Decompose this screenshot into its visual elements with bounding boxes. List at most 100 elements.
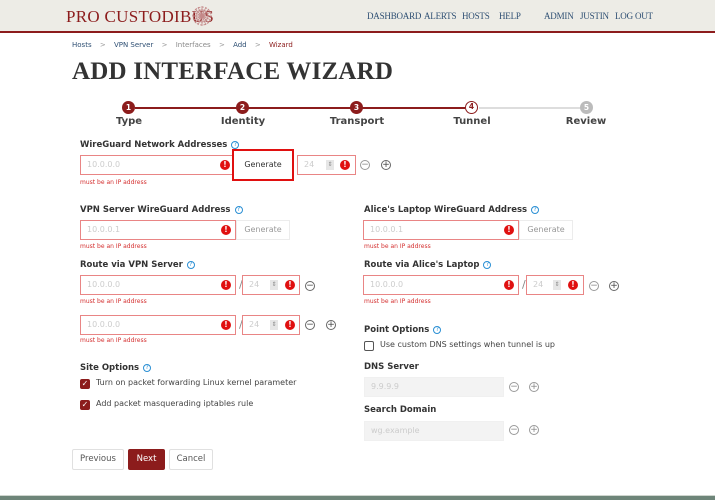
remove-network-icon[interactable]: − — [360, 160, 370, 170]
search-domain-input[interactable]: wg.example — [364, 421, 504, 441]
error-icon: ! — [504, 280, 514, 290]
error-icon: ! — [504, 225, 514, 235]
footer-bar — [0, 496, 715, 500]
masquerading-label[interactable]: Add packet masquerading iptables rule — [96, 399, 253, 408]
breadcrumb-interfaces[interactable]: Interfaces — [176, 41, 211, 49]
route-server-address-input[interactable]: 10.0.0.0 — [80, 275, 236, 295]
step-5-label: Review — [565, 116, 607, 127]
error-icon: ! — [221, 280, 231, 290]
nav-alerts[interactable]: ALERTS — [424, 11, 456, 21]
help-icon[interactable]: ? — [531, 206, 540, 214]
point-generate-button[interactable]: Generate — [519, 220, 573, 240]
add-dns-icon[interactable]: + — [529, 382, 539, 392]
step-3-label[interactable]: Transport — [307, 116, 407, 127]
help-icon[interactable]: ? — [433, 326, 442, 334]
steps-progress-line — [135, 107, 465, 109]
error-icon: ! — [285, 280, 295, 290]
server-address-error: must be an IP address — [80, 243, 147, 250]
step-5-dot: 5 — [580, 101, 593, 114]
help-icon[interactable]: ? — [483, 261, 492, 269]
help-icon[interactable]: ? — [186, 261, 195, 269]
route-server-label: Route via VPN Server? — [80, 260, 195, 270]
masquerading-checkbox[interactable]: ✓ — [80, 400, 90, 410]
route-point-address-input[interactable]: 10.0.0.0 — [363, 275, 519, 295]
previous-button[interactable]: Previous — [72, 449, 124, 470]
prefix-spinner-icon[interactable]: ⇕ — [270, 280, 278, 290]
point-address-input[interactable]: 10.0.0.1 — [363, 220, 519, 240]
nav-user-justin[interactable]: JUSTIN — [580, 11, 609, 21]
error-icon: ! — [221, 320, 231, 330]
step-4-dot-current: 4 — [465, 101, 478, 114]
step-4-label: Tunnel — [453, 116, 491, 127]
step-1-label[interactable]: Type — [79, 116, 179, 127]
add-route-icon[interactable]: + — [609, 281, 619, 291]
cancel-button[interactable]: Cancel — [169, 449, 213, 470]
route-server-error: must be an IP address — [80, 337, 147, 344]
help-icon[interactable]: ? — [231, 141, 240, 149]
nav-log-out[interactable]: LOG OUT — [615, 11, 653, 21]
nav-help[interactable]: HELP — [499, 11, 521, 21]
step-2-label[interactable]: Identity — [193, 116, 293, 127]
packet-forwarding-label[interactable]: Turn on packet forwarding Linux kernel p… — [96, 378, 296, 387]
remove-route-icon[interactable]: − — [305, 281, 315, 291]
route-point-error: must be an IP address — [364, 298, 431, 305]
remove-domain-icon[interactable]: − — [509, 425, 519, 435]
network-generate-button[interactable]: Generate — [232, 149, 294, 181]
server-generate-button[interactable]: Generate — [236, 220, 290, 240]
help-icon[interactable]: ? — [143, 364, 152, 372]
prefix-spinner-icon[interactable]: ⇕ — [553, 280, 561, 290]
nav-dashboard[interactable]: DASHBOARD — [367, 11, 421, 21]
prefix-spinner-icon[interactable]: ⇕ — [270, 320, 278, 330]
route-server-address-input[interactable]: 10.0.0.0 — [80, 315, 236, 335]
network-address-input[interactable]: 10.0.0.0 — [80, 155, 234, 175]
error-icon: ! — [221, 225, 231, 235]
prefix-spinner-icon[interactable]: ⇕ — [326, 160, 334, 170]
error-icon: ! — [340, 160, 350, 170]
breadcrumb-hosts[interactable]: Hosts — [72, 41, 92, 49]
step-1-dot[interactable]: 1 — [122, 101, 135, 114]
remove-route-icon[interactable]: − — [589, 281, 599, 291]
point-address-error: must be an IP address — [364, 243, 431, 250]
network-address-error: must be an IP address — [80, 179, 147, 186]
breadcrumb-separator: > — [254, 41, 261, 49]
breadcrumb-add[interactable]: Add — [233, 41, 247, 49]
step-2-dot[interactable]: 2 — [236, 101, 249, 114]
breadcrumb-wizard: Wizard — [268, 41, 293, 49]
error-icon: ! — [285, 320, 295, 330]
server-address-input[interactable]: 10.0.0.1 — [80, 220, 236, 240]
remove-route-icon[interactable]: − — [305, 320, 315, 330]
route-point-label: Route via Alice's Laptop? — [364, 260, 492, 270]
next-button[interactable]: Next — [128, 449, 165, 470]
breadcrumb-vpn-server[interactable]: VPN Server — [114, 41, 153, 49]
top-bar: PRO CUSTODIBUS DASHBOARD ALERTS HOSTS HE… — [0, 0, 715, 33]
breadcrumb: Hosts > VPN Server > Interfaces > Add > … — [72, 41, 299, 49]
error-icon: ! — [568, 280, 578, 290]
dns-server-input[interactable]: 9.9.9.9 — [364, 377, 504, 397]
custom-dns-label[interactable]: Use custom DNS settings when tunnel is u… — [380, 340, 555, 349]
point-address-label: Alice's Laptop WireGuard Address? — [364, 205, 540, 215]
site-options-label: Site Options? — [80, 363, 152, 373]
step-3-dot[interactable]: 3 — [350, 101, 363, 114]
add-route-icon[interactable]: + — [326, 320, 336, 330]
route-server-error: must be an IP address — [80, 298, 147, 305]
point-options-label: Point Options? — [364, 325, 442, 335]
search-domain-label: Search Domain — [364, 405, 437, 415]
add-network-icon[interactable]: + — [381, 160, 391, 170]
dns-server-label: DNS Server — [364, 362, 419, 372]
breadcrumb-separator: > — [161, 41, 168, 49]
breadcrumb-separator: > — [99, 41, 106, 49]
remove-dns-icon[interactable]: − — [509, 382, 519, 392]
network-addresses-label: WireGuard Network Addresses? — [80, 140, 240, 150]
help-icon[interactable]: ? — [234, 206, 243, 214]
error-icon: ! — [220, 160, 230, 170]
custom-dns-checkbox[interactable] — [364, 341, 374, 351]
steps-pending-line — [479, 107, 580, 109]
page-title: ADD INTERFACE WIZARD — [72, 58, 394, 85]
nav-hosts[interactable]: HOSTS — [462, 11, 490, 21]
server-address-label: VPN Server WireGuard Address? — [80, 205, 243, 215]
add-domain-icon[interactable]: + — [529, 425, 539, 435]
packet-forwarding-checkbox[interactable]: ✓ — [80, 379, 90, 389]
brand-emblem-icon — [192, 6, 212, 26]
breadcrumb-separator: > — [218, 41, 225, 49]
nav-admin[interactable]: ADMIN — [544, 11, 574, 21]
